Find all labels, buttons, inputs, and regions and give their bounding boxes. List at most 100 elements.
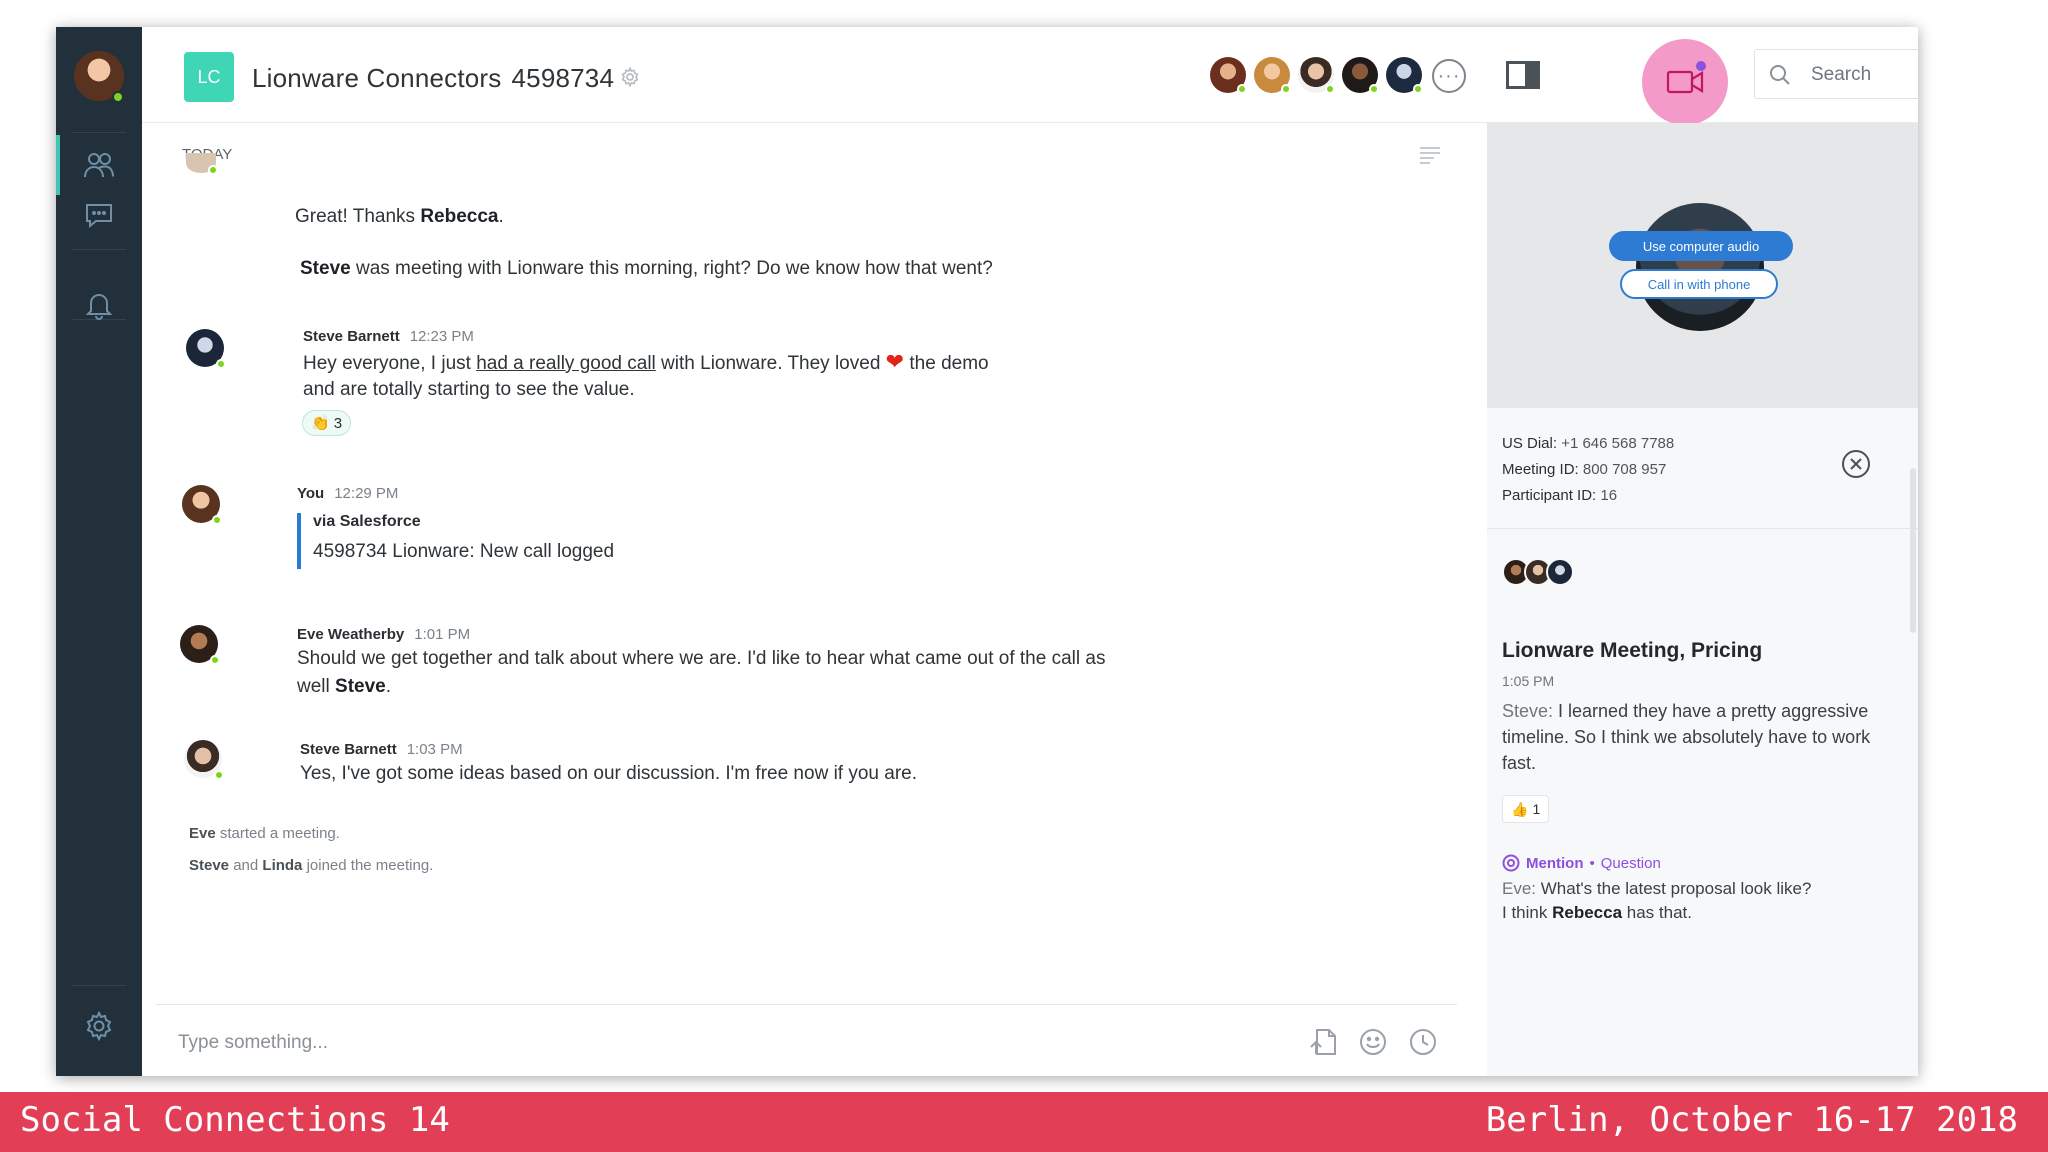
- participant-avatar[interactable]: [1210, 57, 1247, 94]
- message-meta: You 12:29 PM: [297, 485, 398, 502]
- online-status-dot: [1237, 84, 1247, 94]
- chat-area: TODAY Great! Thanks Rebecca. Steve was m…: [142, 123, 1487, 1076]
- use-computer-audio-button[interactable]: Use computer audio: [1609, 231, 1793, 261]
- close-circle-icon: [1842, 450, 1870, 478]
- panel-divider: [1487, 528, 1918, 529]
- message-text: Should we get together and talk about wh…: [297, 648, 1106, 669]
- meeting-participants: [1502, 558, 1574, 586]
- message-text: Steve was meeting with Lionware this mor…: [300, 258, 993, 279]
- system-message: Steve and Linda joined the meeting.: [189, 857, 434, 874]
- meeting-id: 800 708 957: [1582, 461, 1667, 478]
- filter-icon: [1420, 147, 1440, 164]
- bell-icon: [85, 294, 113, 320]
- attach-file-button[interactable]: [1308, 1027, 1338, 1062]
- search-icon: [1770, 65, 1790, 85]
- message-time: 12:29 PM: [334, 485, 399, 502]
- mention-type: Question: [1600, 854, 1661, 872]
- room-title: Lionware Connectors 4598734: [252, 63, 614, 94]
- chat-bubble-icon: [86, 204, 112, 229]
- heart-emoji: ❤: [885, 349, 905, 374]
- online-status-dot: [1413, 84, 1423, 94]
- sender-name[interactable]: Steve Barnett: [300, 741, 397, 758]
- online-status-dot: [1281, 84, 1291, 94]
- participant-id: 16: [1600, 487, 1618, 504]
- avatar[interactable]: [186, 153, 218, 175]
- avatar[interactable]: [180, 625, 220, 665]
- meeting-panel: Use computer audio Call in with phone US…: [1487, 123, 1918, 1076]
- video-camera-icon: [1666, 70, 1704, 94]
- system-message: Eve started a meeting.: [189, 825, 340, 842]
- schedule-button[interactable]: [1408, 1027, 1438, 1062]
- participant-avatar[interactable]: [1386, 57, 1423, 94]
- room-name: Lionware Connectors: [252, 63, 502, 93]
- salesforce-quote[interactable]: via Salesforce 4598734 Lionware: New cal…: [297, 513, 614, 569]
- start-video-button[interactable]: [1642, 39, 1728, 125]
- avatar[interactable]: [184, 740, 224, 780]
- emoji-button[interactable]: [1358, 1027, 1388, 1062]
- meeting-summary: Steve: I learned they have a pretty aggr…: [1502, 701, 1871, 773]
- event-location-date: Berlin, October 16-17 2018: [1485, 1100, 2018, 1140]
- sidebar-item-notifications[interactable]: [56, 275, 142, 335]
- event-name: Social Connections 14: [20, 1100, 450, 1140]
- mention-label: Mention: [1526, 854, 1584, 872]
- sidebar-item-settings[interactable]: [56, 996, 142, 1056]
- video-preview: Use computer audio Call in with phone: [1487, 123, 1918, 408]
- sender-name[interactable]: Steve Barnett: [303, 328, 400, 345]
- call-in-with-phone-button[interactable]: Call in with phone: [1620, 269, 1778, 299]
- sender-name[interactable]: Eve Weatherby: [297, 626, 404, 643]
- attach-file-icon: [1310, 1029, 1336, 1055]
- emoji-icon: [1360, 1029, 1386, 1055]
- filter-button[interactable]: [1418, 145, 1442, 170]
- event-banner: Social Connections 14 Berlin, October 16…: [0, 1092, 2048, 1152]
- reaction-count: 1: [1532, 801, 1541, 817]
- participant-avatar[interactable]: [1254, 57, 1291, 94]
- close-dial-info-button[interactable]: [1841, 449, 1871, 484]
- message-text: Hey everyone, I just had a really good c…: [303, 349, 989, 374]
- mention-header: Mention • Question: [1502, 854, 1661, 872]
- message-meta: Eve Weatherby 1:01 PM: [297, 626, 470, 643]
- message-input[interactable]: [178, 1029, 878, 1057]
- message-meta: Steve Barnett 12:23 PM: [303, 328, 474, 345]
- participant-list: [1210, 57, 1423, 94]
- dial-in-info: US Dial: +1 646 568 7788 Meeting ID: 800…: [1502, 435, 1675, 504]
- mention-icon: [1502, 854, 1520, 872]
- video-status-dot: [1696, 61, 1706, 71]
- sidebar-item-chat[interactable]: [56, 185, 142, 245]
- online-status-dot: [214, 770, 224, 780]
- room-header: LC Lionware Connectors 4598734 ···: [142, 27, 1918, 125]
- avatar[interactable]: [186, 329, 226, 369]
- message-text: Great! Thanks Rebecca.: [295, 206, 504, 227]
- search-input[interactable]: [1811, 62, 1918, 88]
- participant-avatar[interactable]: [1546, 558, 1574, 586]
- participant-avatar[interactable]: [1342, 57, 1379, 94]
- reaction-count: 3: [333, 414, 343, 432]
- participant-avatar[interactable]: [1298, 57, 1335, 94]
- sidebar: [56, 27, 142, 1076]
- meeting-title[interactable]: Lionware Meeting, Pricing: [1502, 639, 1762, 663]
- mention-text: Eve: What's the latest proposal look lik…: [1502, 879, 1812, 922]
- panel-scrollbar[interactable]: [1910, 468, 1916, 633]
- reaction-badge[interactable]: 👏 3: [302, 410, 352, 436]
- online-status-dot: [210, 655, 220, 665]
- us-dial-number[interactable]: +1 646 568 7788: [1561, 435, 1674, 452]
- avatar[interactable]: [182, 485, 222, 525]
- message-composer: [156, 1004, 1457, 1076]
- highlighted-link[interactable]: had a really good call: [476, 353, 656, 374]
- message-time: 12:23 PM: [409, 328, 474, 345]
- gear-icon: [621, 66, 639, 88]
- quote-text: 4598734 Lionware: New call logged: [313, 541, 615, 562]
- message-time: 1:03 PM: [406, 741, 463, 758]
- thumbs-up-emoji: 👍: [1511, 800, 1529, 817]
- more-participants-button[interactable]: ···: [1432, 59, 1466, 93]
- message-meta: Steve Barnett 1:03 PM: [300, 741, 463, 758]
- search-box[interactable]: [1754, 49, 1918, 99]
- room-badge: LC: [184, 52, 234, 102]
- video-participant-portrait: [1636, 203, 1764, 331]
- clock-icon: [1410, 1029, 1436, 1055]
- toggle-panel-button[interactable]: [1506, 61, 1540, 94]
- app-window: LC Lionware Connectors 4598734 ··· Searc…: [56, 27, 1918, 1076]
- clap-emoji: 👏: [311, 415, 330, 432]
- reaction-badge[interactable]: 👍 1: [1502, 795, 1550, 823]
- sender-name[interactable]: You: [297, 485, 324, 502]
- room-settings-button[interactable]: [620, 66, 640, 92]
